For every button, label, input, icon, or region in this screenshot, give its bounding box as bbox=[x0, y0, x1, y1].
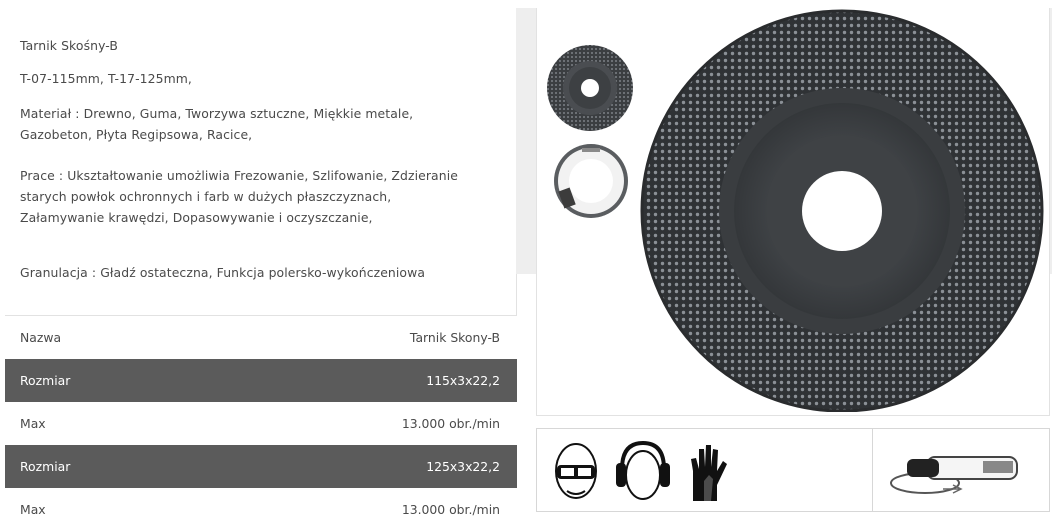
product-title: Tarnik Skośny-B bbox=[20, 38, 119, 53]
spec-label: Max bbox=[20, 416, 46, 431]
rasp-disc-image bbox=[640, 9, 1044, 412]
work-line-2: starych powłok ochronnych i farb w dużyc… bbox=[20, 189, 392, 204]
safety-icons-box bbox=[536, 428, 1050, 512]
work-line-3: Załamywanie krawędzi, Dopasowywanie i oc… bbox=[20, 210, 373, 225]
spec-value: Tarnik Skony-B bbox=[409, 330, 500, 345]
rasp-disc-thumbnail[interactable] bbox=[546, 43, 634, 133]
spec-row-size-125: Rozmiar 125x3x22,2 bbox=[5, 445, 517, 488]
material-line-2: Gazobeton, Płyta Regipsowa, Racice, bbox=[20, 127, 253, 142]
spec-row-max-115: Max 13.000 obr./min bbox=[5, 402, 517, 445]
work-line-1: Prace : Ukształtowanie umożliwia Frezowa… bbox=[20, 168, 458, 183]
disc-label-thumbnail[interactable] bbox=[552, 141, 630, 221]
column-divider bbox=[516, 8, 536, 274]
spec-label: Rozmiar bbox=[20, 373, 71, 388]
gloves-icon bbox=[691, 445, 727, 501]
safety-goggles-icon bbox=[555, 443, 597, 499]
safety-divider bbox=[872, 429, 873, 511]
ear-protection-icon bbox=[616, 440, 670, 500]
spec-value: 13.000 obr./min bbox=[401, 416, 500, 431]
spec-value: 13.000 obr./min bbox=[401, 502, 500, 517]
spec-row-size-115: Rozmiar 115x3x22,2 bbox=[5, 359, 517, 402]
spec-label: Nazwa bbox=[20, 330, 62, 345]
product-image-box bbox=[536, 8, 1050, 416]
spec-table: Nazwa Tarnik Skony-B Rozmiar 115x3x22,2 … bbox=[5, 315, 517, 531]
product-models: T-07-115mm, T-17-125mm, bbox=[20, 71, 192, 86]
spec-label: Max bbox=[20, 502, 46, 517]
spec-value: 115x3x22,2 bbox=[426, 373, 500, 388]
spec-row-max-125: Max 13.000 obr./min bbox=[5, 488, 517, 531]
angle-grinder-icon bbox=[890, 456, 1018, 494]
spec-label: Rozmiar bbox=[20, 459, 71, 474]
material-line-1: Materiał : Drewno, Guma, Tworzywa sztucz… bbox=[20, 106, 414, 121]
spec-row-name: Nazwa Tarnik Skony-B bbox=[5, 316, 517, 359]
spec-value: 125x3x22,2 bbox=[426, 459, 500, 474]
granulation-line: Granulacja : Gładź ostateczna, Funkcja p… bbox=[20, 265, 426, 280]
